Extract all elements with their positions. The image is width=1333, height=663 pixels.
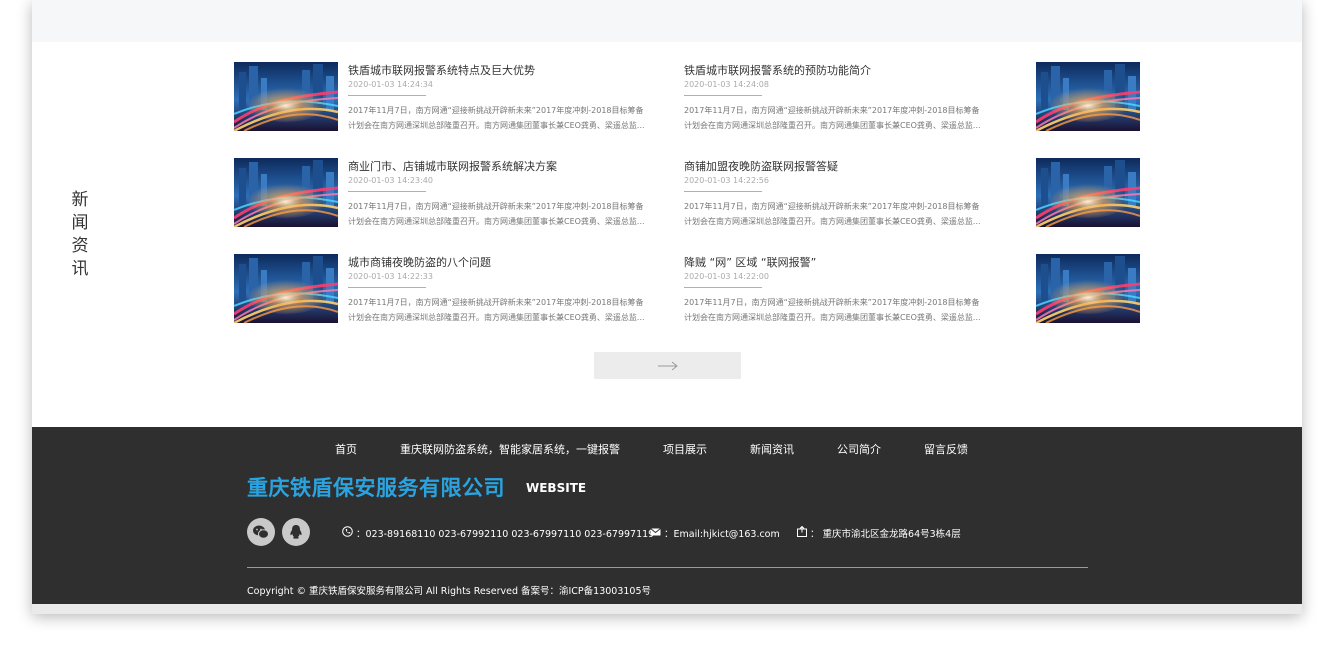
page-frame: 新 闻 资 讯 铁盾城市联网报警系统特点及巨大优势 2020-01-03 14:… (32, 0, 1302, 614)
qq-icon (290, 525, 302, 539)
news-thumbnail[interactable] (234, 62, 338, 131)
news-date: 2020-01-03 14:22:56 (684, 176, 769, 185)
footer-nav-products[interactable]: 重庆联网防盗系统，智能家居系统，一键报警 (400, 441, 620, 457)
footer-address: ： 重庆市渝北区金龙路64号3栋4层 (797, 525, 961, 540)
news-title[interactable]: 铁盾城市联网报警系统的预防功能简介 (684, 63, 984, 78)
site-footer: 首页 重庆联网防盗系统，智能家居系统，一键报警 项目展示 新闻资讯 公司简介 留… (32, 427, 1302, 604)
news-excerpt: 2017年11月7日，南方网通“迎接新挑战开辟新未来”2017年度冲刺-2018… (348, 298, 645, 322)
section-title-char: 新 (71, 190, 89, 210)
news-excerpt: 2017年11月7日，南方网通“迎接新挑战开辟新未来”2017年度冲刺-2018… (684, 202, 981, 226)
footer-divider (247, 567, 1088, 568)
wechat-button[interactable] (247, 518, 275, 546)
footer-nav-feedback[interactable]: 留言反馈 (924, 441, 968, 457)
website-label: WEBSITE (526, 481, 587, 495)
copyright-text: Copyright © 重庆铁盾保安服务有限公司 All Rights Rese… (247, 586, 652, 597)
footer-company-name: 重庆铁盾保安服务有限公司 (247, 476, 505, 500)
news-thumbnail[interactable] (1036, 254, 1140, 323)
title-underline (684, 95, 762, 96)
qq-button[interactable] (282, 518, 310, 546)
mail-icon (650, 527, 661, 539)
footer-nav-projects[interactable]: 项目展示 (663, 441, 707, 457)
top-band (32, 0, 1302, 42)
city-light-trails-image (1036, 158, 1140, 227)
news-date: 2020-01-03 14:22:00 (684, 272, 769, 281)
news-date: 2020-01-03 14:22:33 (348, 272, 433, 281)
news-item[interactable]: 商铺加盟夜晚防盗联网报警答疑 2020-01-03 14:22:56 2017年… (684, 158, 1144, 228)
more-news-button[interactable] (594, 352, 741, 379)
news-title[interactable]: 降贼 “网” 区域 “联网报警” (684, 255, 984, 270)
footer-nav-home[interactable]: 首页 (335, 441, 357, 457)
news-title[interactable]: 铁盾城市联网报警系统特点及巨大优势 (348, 63, 648, 78)
news-excerpt: 2017年11月7日，南方网通“迎接新挑战开辟新未来”2017年度冲刺-2018… (348, 202, 645, 226)
title-underline (684, 287, 762, 288)
footer-nav-about[interactable]: 公司简介 (837, 441, 881, 457)
news-thumbnail[interactable] (234, 158, 338, 227)
title-underline (684, 191, 762, 192)
title-underline (348, 287, 426, 288)
news-thumbnail[interactable] (1036, 158, 1140, 227)
footer-email[interactable]: ：Email:hjkict@163.com (650, 526, 780, 540)
news-thumbnail[interactable] (234, 254, 338, 323)
news-date: 2020-01-03 14:23:40 (348, 176, 433, 185)
news-date: 2020-01-03 14:24:08 (684, 80, 769, 89)
section-title-char: 资 (71, 236, 89, 256)
location-icon (797, 525, 807, 540)
city-light-trails-image (1036, 254, 1140, 323)
news-excerpt: 2017年11月7日，南方网通“迎接新挑战开辟新未来”2017年度冲刺-2018… (684, 106, 981, 130)
city-light-trails-image (234, 158, 338, 227)
news-excerpt: 2017年11月7日，南方网通“迎接新挑战开辟新未来”2017年度冲刺-2018… (684, 298, 981, 322)
arrow-right-icon (657, 361, 678, 370)
news-thumbnail[interactable] (1036, 62, 1140, 131)
news-item[interactable]: 城市商铺夜晚防盗的八个问题 2020-01-03 14:22:33 2017年1… (234, 254, 694, 324)
news-date: 2020-01-03 14:24:34 (348, 80, 433, 89)
footer-nav-news[interactable]: 新闻资讯 (750, 441, 794, 457)
section-title: 新 闻 资 讯 (70, 189, 90, 281)
news-item[interactable]: 铁盾城市联网报警系统的预防功能简介 2020-01-03 14:24:08 20… (684, 62, 1144, 132)
city-light-trails-image (234, 62, 338, 131)
news-excerpt: 2017年11月7日，南方网通“迎接新挑战开辟新未来”2017年度冲刺-2018… (348, 106, 645, 130)
news-title[interactable]: 商铺加盟夜晚防盗联网报警答疑 (684, 159, 984, 174)
phone-icon (342, 526, 353, 540)
wechat-icon (253, 525, 269, 539)
city-light-trails-image (1036, 62, 1140, 131)
title-underline (348, 191, 426, 192)
section-title-char: 闻 (71, 213, 89, 233)
footer-phone: ：023-89168110 023-67992110 023-67997110 … (342, 526, 654, 540)
news-item[interactable]: 降贼 “网” 区域 “联网报警” 2020-01-03 14:22:00 201… (684, 254, 1144, 324)
news-item[interactable]: 铁盾城市联网报警系统特点及巨大优势 2020-01-03 14:24:34 20… (234, 62, 694, 132)
footer-nav: 首页 重庆联网防盗系统，智能家居系统，一键报警 项目展示 新闻资讯 公司简介 留… (335, 441, 968, 457)
news-title[interactable]: 城市商铺夜晚防盗的八个问题 (348, 255, 648, 270)
bottom-strip (32, 604, 1302, 614)
news-title[interactable]: 商业门市、店铺城市联网报警系统解决方案 (348, 159, 648, 174)
title-underline (348, 95, 426, 96)
city-light-trails-image (234, 254, 338, 323)
section-title-char: 讯 (71, 259, 89, 279)
news-item[interactable]: 商业门市、店铺城市联网报警系统解决方案 2020-01-03 14:23:40 … (234, 158, 694, 228)
